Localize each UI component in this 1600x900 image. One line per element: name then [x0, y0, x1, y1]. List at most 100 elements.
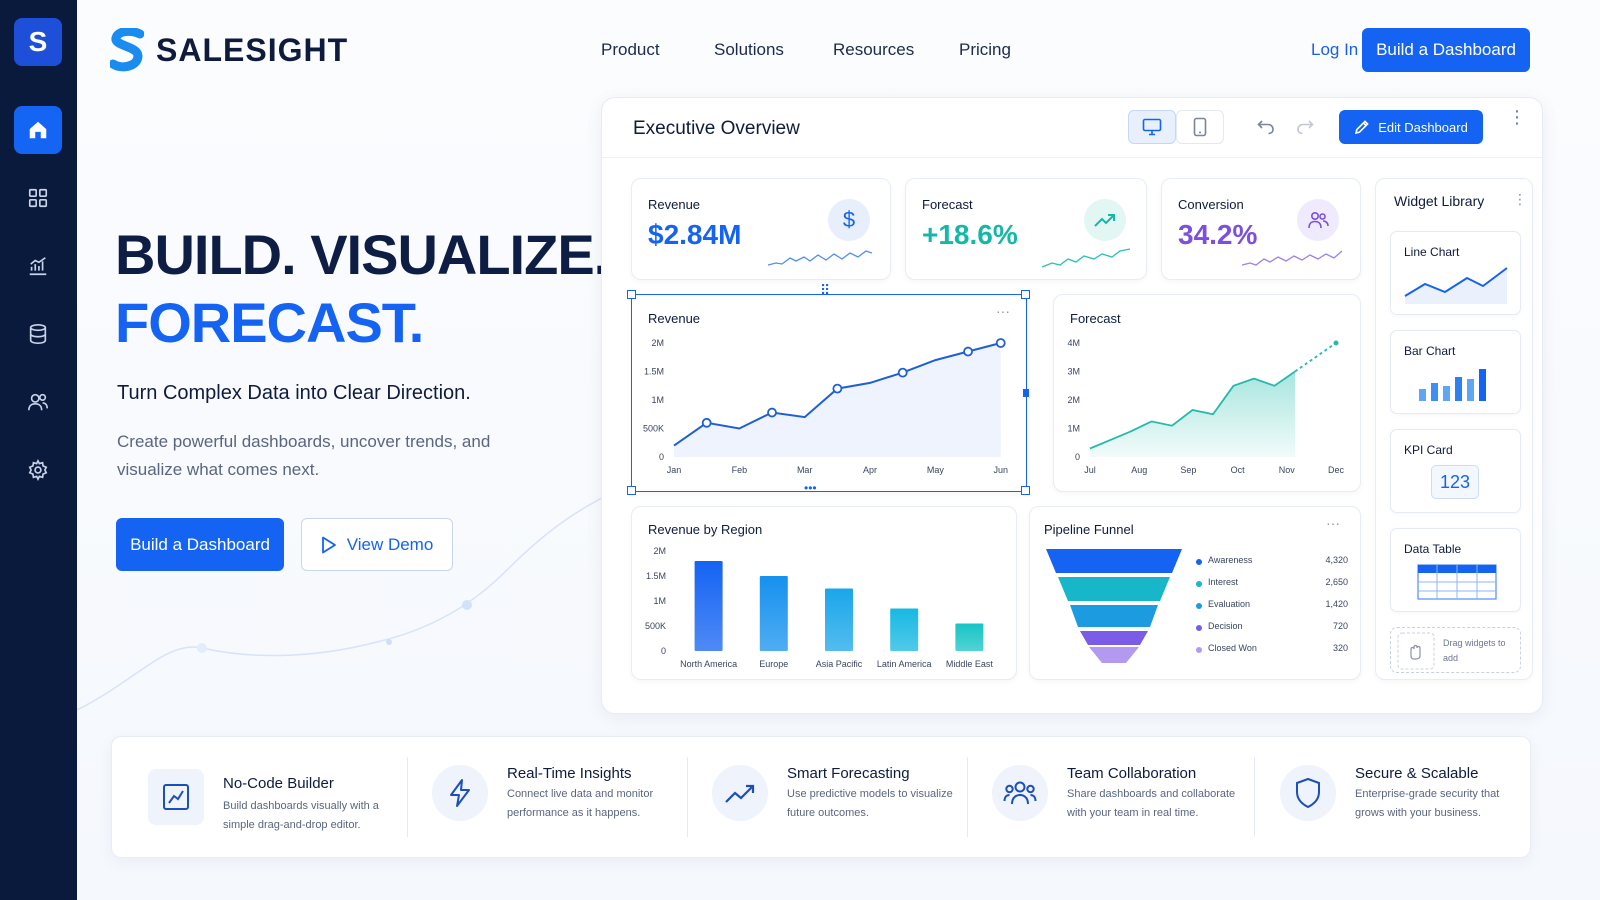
- region-bar: [955, 623, 984, 651]
- x-tick-label: Feb: [732, 465, 748, 475]
- legend-label: Decision: [1208, 621, 1243, 631]
- resize-handle[interactable]: [1021, 290, 1030, 299]
- funnel-stage-closed-won: [1089, 647, 1139, 663]
- revenue-line-chart: 0 500K 1M 1.5M 2M Jan Feb Mar Apr May Jun: [643, 338, 1008, 475]
- funnel-stage-evaluation: [1070, 605, 1158, 627]
- region-chart-widget[interactable]: Revenue by Region 0 500K 1M 1.5M 2M North Ame…: [631, 506, 1017, 680]
- database-icon: [29, 324, 47, 344]
- legend-row: Evaluation 1,420: [1196, 599, 1348, 621]
- y-tick-label: 0: [661, 646, 666, 656]
- feature-description: Share dashboards and collaborate with yo…: [1067, 788, 1236, 819]
- redo-icon[interactable]: [1296, 119, 1314, 135]
- kpi-sparkline: [1042, 248, 1130, 268]
- nav-resources[interactable]: Resources: [833, 40, 914, 60]
- desktop-view-toggle[interactable]: [1128, 110, 1176, 144]
- hero-description: Create powerful dashboards, uncover tren…: [117, 432, 491, 479]
- widget-line-chart[interactable]: Line Chart: [1390, 231, 1521, 315]
- region-bar-chart: 0 500K 1M 1.5M 2M North America Europe Asia Pac…: [645, 546, 993, 669]
- resize-handle[interactable]: [627, 486, 636, 495]
- widget-label: Data Table: [1404, 542, 1462, 556]
- resize-handle-side[interactable]: [1023, 389, 1029, 397]
- sidebar-item-data[interactable]: [14, 310, 62, 358]
- x-tick-label: Dec: [1328, 465, 1345, 475]
- table-thumbnail: [1417, 564, 1497, 600]
- y-tick-label: 2M: [653, 546, 666, 556]
- kpi-card-revenue[interactable]: Revenue $2.84M $: [631, 178, 891, 280]
- home-icon: [29, 121, 47, 139]
- resize-handle[interactable]: [1021, 486, 1030, 495]
- feature-divider: [1254, 757, 1255, 837]
- feature-divider: [687, 757, 688, 837]
- feature-title: Smart Forecasting: [787, 765, 910, 782]
- chart-title: Revenue: [648, 311, 701, 326]
- forecast-chart-widget[interactable]: Forecast 0 1M 2M 3M 4M Jul Aug Sep Oct Nov Dec: [1053, 294, 1361, 492]
- kpi-value: +18.6%: [922, 219, 1018, 250]
- funnel-legend: Awareness 4,320 Interest 2,650 Evaluatio…: [1196, 555, 1348, 665]
- region-bar: [825, 588, 853, 651]
- sidebar-item-settings[interactable]: [14, 446, 62, 494]
- edit-dashboard-button[interactable]: Edit Dashboard: [1339, 110, 1483, 144]
- more-options-icon[interactable]: ⋮: [1508, 108, 1526, 126]
- trend-up-icon: [1084, 199, 1126, 241]
- revenue-chart-widget[interactable]: Revenue ··· 0 500K 1M 1.5M 2M Jan Feb Mar Apr May…: [627, 282, 1030, 495]
- kpi-card-forecast[interactable]: Forecast +18.6%: [905, 178, 1147, 280]
- y-tick-label: 0: [1075, 452, 1080, 462]
- x-tick-label: Sep: [1180, 465, 1196, 475]
- sidebar-item-dashboards[interactable]: [14, 174, 62, 222]
- widget-data-table[interactable]: Data Table: [1390, 528, 1521, 612]
- hero-build-dashboard-button[interactable]: Build a Dashboard: [116, 518, 284, 571]
- y-tick-label: 500K: [645, 621, 666, 631]
- drag-drop-zone[interactable]: Drag widgets to add: [1390, 627, 1521, 673]
- widget-library: Widget Library ⋮ Line Chart Bar Chart KP…: [1375, 178, 1533, 680]
- logo-icon: [110, 28, 144, 72]
- login-link[interactable]: Log In: [1311, 40, 1358, 60]
- widget-kpi-card[interactable]: KPI Card 123: [1390, 429, 1521, 513]
- kpi-sample-value: 123: [1431, 465, 1479, 499]
- widget-menu-icon[interactable]: ···: [996, 303, 1010, 319]
- mobile-view-toggle[interactable]: [1176, 110, 1224, 144]
- dashboard-panel: Executive Overview Edit Dashboard ⋮ Reve…: [601, 97, 1543, 714]
- people-icon: [1297, 199, 1339, 241]
- brand[interactable]: SALESIGHT: [110, 28, 348, 72]
- lightning-icon: [432, 765, 488, 821]
- sidebar-item-home[interactable]: [14, 106, 62, 154]
- y-tick-label: 4M: [1067, 338, 1080, 348]
- nav-pricing[interactable]: Pricing: [959, 40, 1011, 60]
- gear-icon: [28, 459, 48, 481]
- nav-product[interactable]: Product: [601, 40, 660, 60]
- legend-value: 4,320: [1325, 555, 1348, 565]
- y-tick-label: 500K: [643, 424, 664, 434]
- features-strip: No-Code Builder Build dashboards visuall…: [111, 736, 1531, 858]
- trend-icon: [712, 765, 768, 821]
- forecast-area: [1090, 371, 1295, 457]
- x-tick-label: Asia Pacific: [816, 659, 863, 669]
- resize-handle[interactable]: [627, 290, 636, 299]
- chart-icon: [29, 257, 47, 276]
- y-tick-label: 2M: [651, 338, 664, 348]
- legend-value: 320: [1332, 643, 1348, 653]
- nav-solutions[interactable]: Solutions: [714, 40, 784, 60]
- drag-handle-icon[interactable]: ⠿: [820, 282, 830, 299]
- revenue-point: [963, 346, 973, 357]
- feature-description: Connect live data and monitor performanc…: [507, 788, 654, 819]
- pipeline-funnel-widget[interactable]: Pipeline Funnel ··· Awareness 4,320 Inte…: [1029, 506, 1361, 680]
- view-demo-button[interactable]: View Demo: [301, 518, 453, 571]
- sidebar-logo[interactable]: S: [14, 18, 62, 66]
- users-icon: [28, 393, 48, 411]
- header-build-dashboard-button[interactable]: Build a Dashboard: [1362, 28, 1530, 72]
- grid-icon: [28, 188, 48, 208]
- sidebar-item-analytics[interactable]: [14, 242, 62, 290]
- x-tick-label: May: [927, 465, 945, 475]
- undo-icon[interactable]: [1257, 119, 1275, 135]
- legend-value: 2,650: [1325, 577, 1348, 587]
- x-tick-label: Aug: [1131, 465, 1147, 475]
- widget-menu-icon[interactable]: ···: [1326, 515, 1340, 531]
- widget-bar-chart[interactable]: Bar Chart: [1390, 330, 1521, 414]
- feature-title: Real-Time Insights: [507, 765, 632, 782]
- drag-handle-bottom[interactable]: •••: [804, 481, 817, 495]
- widget-library-menu-icon[interactable]: ⋮: [1513, 191, 1527, 208]
- kpi-card-conversion[interactable]: Conversion 34.2%: [1161, 178, 1361, 280]
- sidebar-item-team[interactable]: [14, 378, 62, 426]
- region-bar: [759, 576, 788, 651]
- y-tick-label: 1.5M: [644, 367, 664, 377]
